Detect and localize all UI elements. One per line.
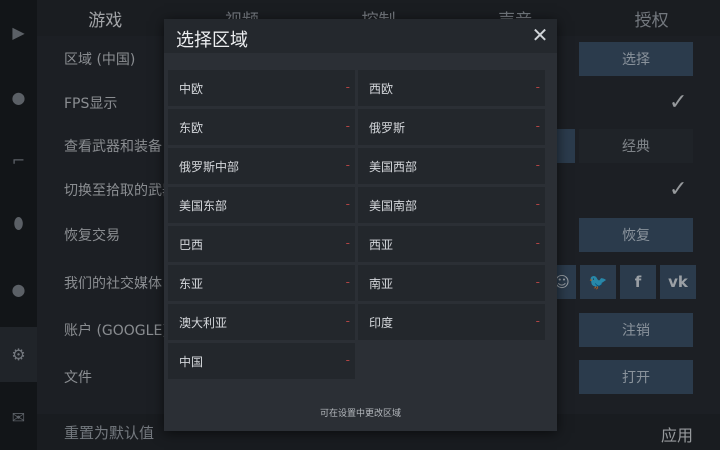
dialog-footer-note: 可在设置中更改区域: [319, 409, 401, 419]
region-name: 西亚: [369, 238, 394, 252]
region-ping: -: [535, 314, 540, 328]
region-name: 美国西部: [369, 160, 418, 174]
region-ping: -: [535, 80, 540, 94]
region-option[interactable]: 南亚 -: [358, 265, 545, 301]
region-option[interactable]: 美国西部 -: [358, 148, 545, 184]
region-name: 巴西: [179, 238, 204, 252]
close-icon[interactable]: ✕: [528, 23, 552, 47]
region-option[interactable]: 印度 -: [358, 304, 545, 340]
region-ping: -: [535, 275, 540, 289]
region-name: 东欧: [179, 121, 204, 135]
region-option[interactable]: 中欧 -: [168, 70, 355, 106]
region-name: 南亚: [369, 277, 394, 291]
region-option[interactable]: 东亚 -: [168, 265, 355, 301]
region-option[interactable]: 东欧 -: [168, 109, 355, 145]
region-ping: -: [345, 236, 350, 250]
region-name: 东亚: [179, 277, 204, 291]
region-name: 中国: [179, 355, 204, 369]
region-option[interactable]: 美国东部 -: [168, 187, 355, 223]
region-option[interactable]: 西欧 -: [358, 70, 545, 106]
region-name: 俄罗斯中部: [179, 160, 240, 174]
region-name: 印度: [369, 316, 394, 330]
region-ping: -: [535, 197, 540, 211]
region-ping: -: [345, 275, 350, 289]
region-option[interactable]: 美国南部 -: [358, 187, 545, 223]
dialog-title: 选择区域: [176, 30, 248, 51]
region-name: 俄罗斯: [369, 121, 406, 135]
region-ping: -: [535, 158, 540, 172]
region-ping: -: [535, 119, 540, 133]
region-option[interactable]: 俄罗斯中部 -: [168, 148, 355, 184]
region-ping: -: [345, 314, 350, 328]
region-ping: -: [535, 236, 540, 250]
dialog-header: 选择区域 ✕: [164, 19, 557, 53]
region-ping: -: [345, 353, 350, 367]
region-option[interactable]: 中国 -: [168, 343, 355, 379]
region-option[interactable]: 澳大利亚 -: [168, 304, 355, 340]
region-name: 澳大利亚: [179, 316, 228, 330]
region-name: 美国东部: [179, 199, 228, 213]
region-ping: -: [345, 119, 350, 133]
region-name: 中欧: [179, 82, 204, 96]
region-option[interactable]: 俄罗斯 -: [358, 109, 545, 145]
region-select-dialog: 选择区域 ✕ 中欧 - 西欧 - 东欧 - 俄罗斯 - 俄罗斯中部 - 美国西部 - 美国东…: [164, 19, 557, 431]
region-name: 西欧: [369, 82, 394, 96]
region-ping: -: [345, 80, 350, 94]
region-option[interactable]: 巴西 -: [168, 226, 355, 262]
region-name: 美国南部: [369, 199, 418, 213]
region-option[interactable]: 西亚 -: [358, 226, 545, 262]
region-ping: -: [345, 197, 350, 211]
region-ping: -: [345, 158, 350, 172]
